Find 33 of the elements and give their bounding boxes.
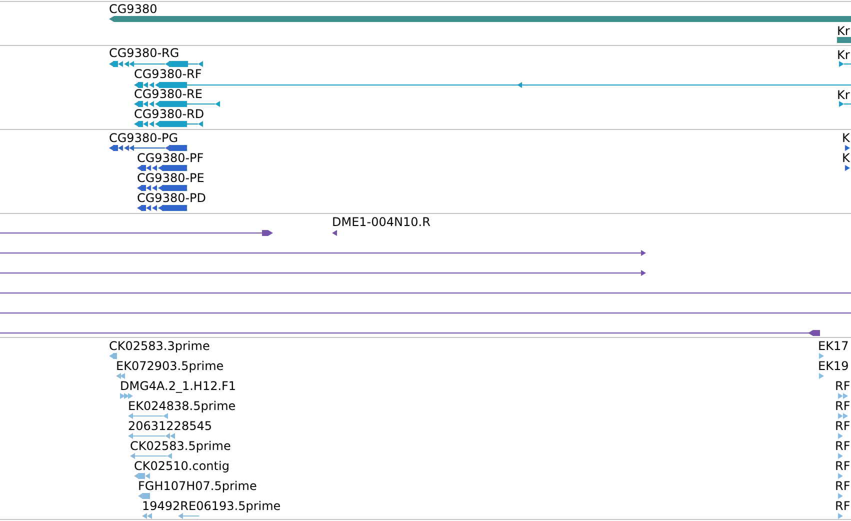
feature-label: 19492RE06193.5prime: [142, 499, 281, 513]
feature-label: Kr: [837, 88, 850, 102]
feature-label: 20631228545: [128, 419, 212, 433]
feature-label: RF: [835, 439, 850, 453]
feature-label: CG9380-RE: [134, 87, 202, 101]
feature-label: EK024838.5prime: [128, 399, 236, 413]
feature-label: EK072903.5prime: [116, 359, 224, 373]
feature-label: CG9380: [109, 2, 158, 16]
feature-label: CG9380-RD: [134, 107, 204, 121]
feature-label: RF: [835, 379, 850, 393]
feature-label: EK19: [818, 359, 849, 373]
feature-label: Kr: [837, 24, 850, 38]
feature-label: CG9380-PG: [109, 131, 178, 145]
feature-label: Kr: [837, 48, 850, 62]
feature-label: RF: [835, 479, 850, 493]
feature-label: CG9380-RF: [134, 67, 202, 81]
feature-label: EK17: [818, 339, 849, 353]
feature-label: CG9380-PE: [137, 171, 204, 185]
feature-label: K: [842, 151, 850, 165]
feature-label: DMG4A.2_1.H12.F1: [120, 379, 236, 393]
feature-label: K: [842, 131, 850, 145]
feature-label: FGH107H07.5prime: [138, 479, 257, 493]
feature-label: CG9380-PF: [137, 151, 204, 165]
feature-label: CK02583.5prime: [130, 439, 231, 453]
feature-label: DME1-004N10.R: [332, 215, 430, 229]
feature-label: CK02583.3prime: [109, 339, 210, 353]
feature-label: CK02510.contig: [134, 459, 230, 473]
feature-label: CG9380-PD: [137, 191, 206, 205]
feature-label: RF: [835, 399, 850, 413]
feature-label: CG9380-RG: [109, 46, 180, 60]
feature-label: RF: [835, 499, 850, 513]
feature-label: RF: [835, 459, 850, 473]
feature-label: RF: [835, 419, 850, 433]
